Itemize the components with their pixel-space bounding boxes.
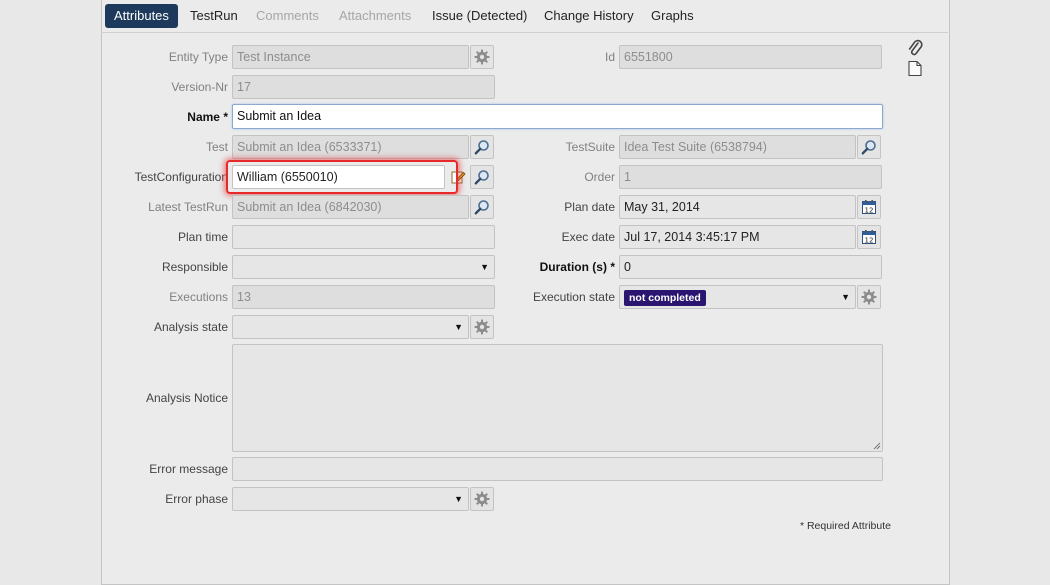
exec-date-input[interactable]: Jul 17, 2014 3:45:17 PM xyxy=(619,225,856,249)
test-configuration-lookup-button[interactable] xyxy=(470,165,494,189)
magnifier-icon xyxy=(474,139,490,155)
plan-time-label: Plan time xyxy=(177,230,228,244)
tab-issue-detected[interactable]: Issue (Detected) xyxy=(432,4,527,28)
gear-icon xyxy=(474,49,490,65)
calendar-day-text: 12 xyxy=(865,237,874,245)
test-suite-field: Idea Test Suite (6538794) xyxy=(619,135,856,159)
resize-grip-icon[interactable] xyxy=(873,442,881,450)
entity-type-label: Entity Type xyxy=(168,50,228,64)
analysis-notice-label: Analysis Notice xyxy=(145,391,228,405)
error-message-input[interactable] xyxy=(232,457,883,481)
tab-attributes[interactable]: Attributes xyxy=(105,4,178,28)
order-label: Order xyxy=(584,170,615,184)
test-field: Submit an Idea (6533371) xyxy=(232,135,469,159)
latest-testrun-field: Submit an Idea (6842030) xyxy=(232,195,469,219)
tab-change-history[interactable]: Change History xyxy=(544,4,634,28)
id-label: Id xyxy=(604,50,615,64)
responsible-select[interactable]: ▼ xyxy=(232,255,495,279)
test-lookup-button[interactable] xyxy=(470,135,494,159)
version-label: Version-Nr xyxy=(171,80,228,94)
name-label: Name * xyxy=(187,110,228,124)
latest-testrun-lookup-button[interactable] xyxy=(470,195,494,219)
plan-date-calendar-button[interactable]: 12 xyxy=(857,195,881,219)
analysis-notice-textarea[interactable] xyxy=(232,344,883,452)
document-icon[interactable] xyxy=(907,60,923,77)
tab-comments[interactable]: Comments xyxy=(256,4,319,28)
error-phase-label: Error phase xyxy=(165,492,228,506)
test-suite-label: TestSuite xyxy=(565,140,615,154)
order-field: 1 xyxy=(619,165,882,189)
analysis-state-settings-button[interactable] xyxy=(470,315,494,339)
entity-type-field: Test Instance xyxy=(232,45,469,69)
paperclip-icon[interactable] xyxy=(906,39,924,57)
dropdown-caret-icon: ▼ xyxy=(454,322,463,332)
analysis-state-label: Analysis state xyxy=(153,320,228,334)
tab-bar: Attributes TestRun Comments Attachments … xyxy=(101,0,948,33)
dropdown-caret-icon: ▼ xyxy=(841,292,850,302)
status-badge: not completed xyxy=(624,290,706,306)
test-label: Test xyxy=(205,140,228,154)
analysis-state-select[interactable]: ▼ xyxy=(232,315,469,339)
plan-date-label: Plan date xyxy=(564,200,615,214)
latest-testrun-label: Latest TestRun xyxy=(148,200,228,214)
version-field: 17 xyxy=(232,75,495,99)
edit-pencil-icon xyxy=(451,171,466,184)
plan-date-input[interactable]: May 31, 2014 xyxy=(619,195,856,219)
error-phase-settings-button[interactable] xyxy=(470,487,494,511)
gear-icon xyxy=(474,319,490,335)
dropdown-caret-icon: ▼ xyxy=(480,262,489,272)
tab-attachments[interactable]: Attachments xyxy=(339,4,411,28)
id-field: 6551800 xyxy=(619,45,882,69)
calendar-day-text: 12 xyxy=(865,207,874,215)
execution-state-label: Execution state xyxy=(532,290,615,304)
executions-field: 13 xyxy=(232,285,495,309)
magnifier-icon xyxy=(861,139,877,155)
duration-label: Duration (s) * xyxy=(539,260,615,274)
test-configuration-input[interactable]: William (6550010) xyxy=(232,165,445,189)
dropdown-caret-icon: ▼ xyxy=(454,494,463,504)
calendar-icon: 12 xyxy=(861,199,877,215)
magnifier-icon xyxy=(474,169,490,185)
gear-icon xyxy=(474,491,490,507)
name-input[interactable]: Submit an Idea xyxy=(232,104,883,129)
plan-time-input[interactable] xyxy=(232,225,495,249)
required-attribute-note: * Required Attribute xyxy=(799,520,891,532)
error-phase-select[interactable]: ▼ xyxy=(232,487,469,511)
tab-graphs[interactable]: Graphs xyxy=(651,4,694,28)
exec-date-calendar-button[interactable]: 12 xyxy=(857,225,881,249)
gear-icon xyxy=(861,289,877,305)
responsible-label: Responsible xyxy=(161,260,228,274)
execution-state-settings-button[interactable] xyxy=(857,285,881,309)
error-message-label: Error message xyxy=(149,462,228,476)
exec-date-label: Exec date xyxy=(561,230,615,244)
calendar-icon: 12 xyxy=(861,229,877,245)
execution-state-select[interactable]: not completed ▼ xyxy=(619,285,856,309)
executions-label: Executions xyxy=(169,290,228,304)
test-suite-lookup-button[interactable] xyxy=(857,135,881,159)
magnifier-icon xyxy=(474,199,490,215)
entity-type-settings-button[interactable] xyxy=(470,45,494,69)
duration-input[interactable]: 0 xyxy=(619,255,882,279)
test-configuration-edit-button[interactable] xyxy=(448,165,468,189)
tab-testrun[interactable]: TestRun xyxy=(190,4,238,28)
test-configuration-label: TestConfiguration xyxy=(134,170,228,184)
